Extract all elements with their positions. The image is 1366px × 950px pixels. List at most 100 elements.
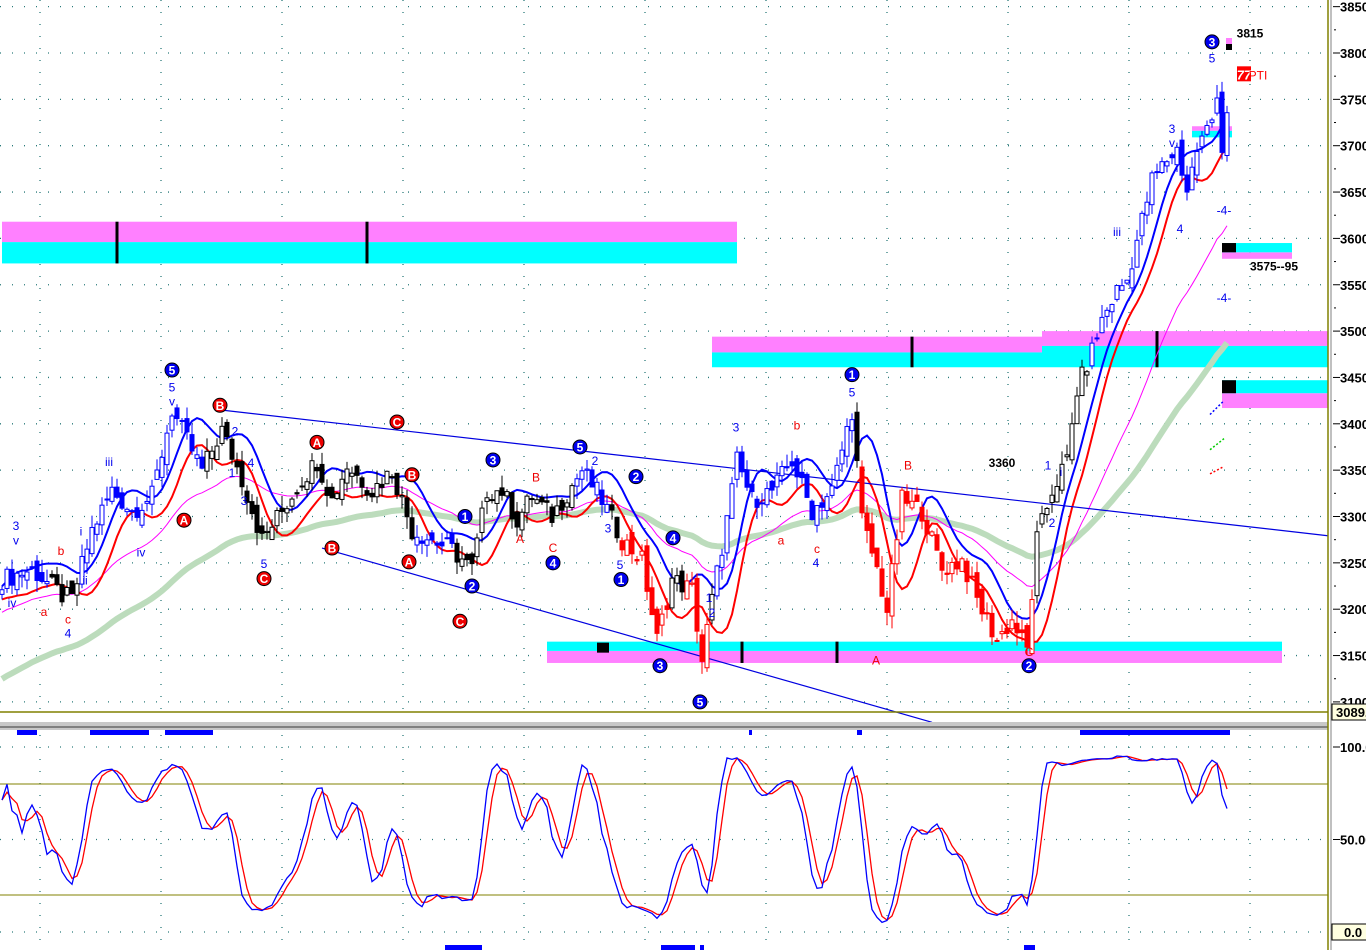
candle-up (844, 426, 850, 457)
candle-up (1044, 507, 1050, 516)
candle-up (774, 474, 780, 488)
candle-down (649, 587, 655, 616)
wave-label: A (180, 514, 189, 528)
candle-down (54, 574, 60, 585)
candle-down (919, 506, 925, 522)
candle-up (149, 485, 155, 505)
wave-label: B (216, 399, 225, 413)
candle-down (609, 504, 615, 511)
wave-label: A (405, 555, 414, 569)
candle-up (534, 499, 540, 504)
wave-label: i (1060, 465, 1063, 479)
signal-mark-bottom (1024, 945, 1035, 950)
candle-up (159, 456, 165, 478)
candle-up (1139, 212, 1145, 237)
candle-up (349, 472, 355, 477)
candle-down (974, 572, 980, 598)
candle-up (1189, 166, 1195, 191)
zone-magenta (2, 221, 737, 243)
signal-mark-bottom (445, 945, 482, 950)
wave-label: 3 (657, 659, 664, 673)
candle-down (984, 612, 990, 615)
wave-label: 1 (618, 573, 625, 587)
candle-down (1184, 174, 1190, 193)
candle-up (474, 537, 480, 558)
candle-up (1129, 268, 1135, 289)
candle-up (1099, 316, 1105, 334)
candle-up (164, 432, 170, 466)
candle-up (194, 454, 200, 459)
wave-label: 1 (462, 510, 469, 524)
marker (1226, 38, 1232, 44)
candle-up (524, 495, 530, 514)
candle-up (269, 526, 275, 541)
candle-up (4, 568, 10, 589)
candle-down (1024, 625, 1030, 648)
price-note: 3575--95 (1250, 259, 1298, 273)
candle-up (479, 507, 485, 533)
zone-magenta (712, 336, 1042, 353)
zone-tick (740, 641, 744, 663)
candle-down (954, 561, 960, 570)
candle-up (929, 531, 935, 536)
candle-down (924, 519, 930, 535)
price-tick-label: 3650 (1340, 185, 1366, 200)
candle-down (819, 502, 825, 508)
wave-label: B (532, 471, 540, 485)
candle-up (554, 505, 560, 516)
candle-up (1104, 309, 1110, 317)
candle-down (134, 507, 140, 518)
zone-marker-box (597, 642, 609, 653)
candle-up (154, 469, 160, 480)
candle-up (1074, 395, 1080, 425)
candle-up (84, 548, 90, 564)
zone-tick (365, 221, 369, 264)
price-tick-label: 3400 (1340, 417, 1366, 432)
candle-down (539, 497, 545, 503)
candle-down (809, 500, 815, 521)
zone-cyan (547, 641, 1282, 651)
price-tick-label: 3600 (1340, 231, 1366, 246)
candle-up (684, 580, 690, 600)
trendlines (219, 409, 1331, 723)
candle-down (299, 485, 305, 488)
candle-down (364, 490, 370, 496)
wave-label: 3 (733, 421, 740, 435)
candle-down (499, 487, 505, 496)
wave-label: 3 (490, 453, 497, 467)
support-resistance-zones (2, 126, 1328, 663)
candle-down (49, 573, 55, 578)
candle-down (874, 547, 880, 568)
candle-up (689, 582, 695, 585)
candle-down (529, 498, 535, 501)
candle-up (94, 523, 100, 535)
price-chart: 55v B2134Aiiiiv3vivabc4iii5CACBBAC123BAC4… (0, 0, 1366, 950)
candle-down (129, 510, 135, 513)
candle-down (904, 491, 910, 504)
wave-label: c (65, 612, 71, 626)
zone-tick (835, 641, 839, 663)
signal-mark-top (749, 730, 752, 735)
candle-up (1124, 279, 1130, 284)
candle-down (369, 492, 375, 498)
candle-down (634, 559, 640, 562)
candle-down (199, 456, 205, 469)
candle-up (669, 577, 675, 609)
wave-label: -4- (1217, 204, 1232, 218)
candle-down (104, 498, 110, 501)
wave-label: B (408, 468, 417, 482)
candle-up (1064, 454, 1070, 458)
wave-label: 5 (261, 557, 268, 571)
signal-mark-top (165, 730, 213, 735)
candle-up (459, 558, 465, 567)
candle-up (839, 449, 845, 465)
wave-label: 1 (706, 591, 713, 605)
zone-tick (910, 336, 914, 368)
wave-label: 5 (849, 385, 856, 399)
zone-magenta (1042, 331, 1328, 346)
candle-down (9, 568, 15, 586)
wave-label: 2 (592, 454, 599, 468)
candle-down (1014, 622, 1020, 634)
wave-label: C (549, 541, 558, 555)
wave-label: 5 (617, 558, 624, 572)
